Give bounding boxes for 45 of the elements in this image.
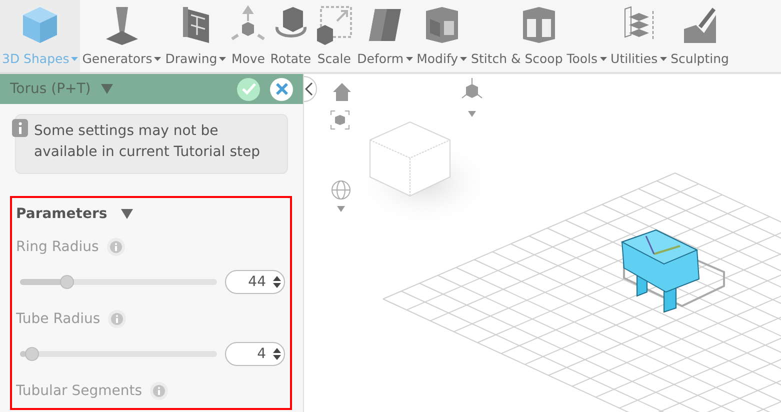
toolbar-button[interactable]: Move [228,0,268,72]
info-icon [12,119,28,137]
info-icon[interactable] [108,310,126,328]
spinner-icon[interactable] [272,346,282,362]
fit-view-icon[interactable] [330,110,350,130]
notice-text: Some settings may not be available in current Tutorial step [34,122,262,162]
close-button[interactable] [270,78,293,100]
view-cube-drawing[interactable] [370,121,450,197]
slider[interactable] [20,347,217,361]
pedestal-icon [104,5,140,45]
parameter-label: Tube Radius [16,311,100,327]
toolbar-button[interactable]: Generators [80,0,164,72]
caret-icon[interactable] [337,206,345,212]
home-icon[interactable] [332,82,352,102]
toolbar-button[interactable]: Rotate [268,0,314,72]
framed-box-icon [520,5,557,45]
close-icon [276,83,288,95]
slider[interactable] [20,275,217,289]
toolbar-button[interactable]: Deform [355,0,415,72]
parameter-label: Ring Radius [16,239,99,255]
cube-icon [21,5,60,45]
info-icon[interactable] [150,382,168,400]
chevron-left-icon [305,82,313,96]
spinner-icon[interactable] [272,274,282,290]
model-drawing[interactable] [620,229,725,313]
blueprint-icon [180,5,211,45]
parameter-label: Tubular Segments [16,383,142,399]
caret-icon[interactable] [100,84,113,94]
confirm-button[interactable] [237,78,260,100]
info-icon[interactable] [106,238,125,256]
hollow-box-icon [424,5,460,45]
orbit-icon[interactable] [331,180,351,200]
caret-icon[interactable] [121,209,134,219]
panel-title: Torus (P+T) [10,81,91,97]
section-title: Parameters [16,206,108,222]
brush-icon [682,5,718,45]
toolbar-button[interactable]: Modify [414,0,470,72]
toolbar-button[interactable]: Stitch & Scoop Tools [469,0,609,72]
caret-icon[interactable] [468,111,476,117]
toolbar-button[interactable]: Utilities [608,0,669,72]
toolbar-button[interactable]: Scale [313,0,356,72]
toolbar-button[interactable]: Sculpting [668,0,731,72]
scale-icon [315,5,354,45]
check-icon [242,83,256,95]
toolbar-button[interactable]: Drawing [163,0,228,72]
